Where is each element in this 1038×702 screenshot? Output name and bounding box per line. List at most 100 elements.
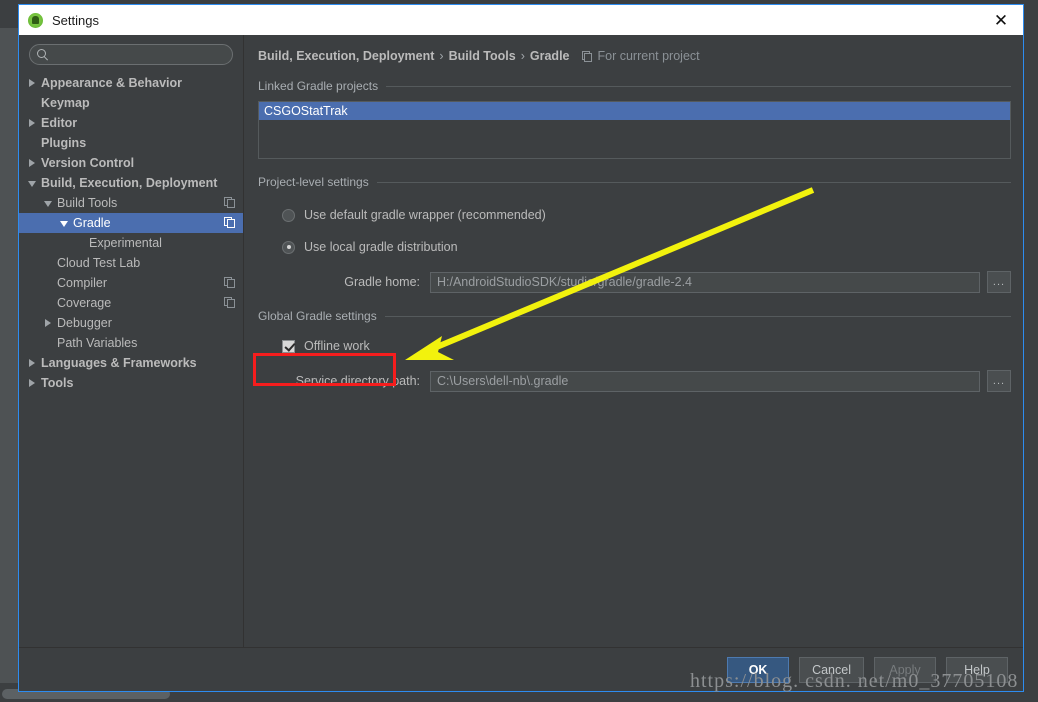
gradle-home-row: Gradle home: H:/AndroidStudioSDK/studio/… — [258, 271, 1011, 293]
section-label: Global Gradle settings — [258, 309, 377, 323]
sidebar-item-label: Editor — [41, 116, 78, 130]
chevron-right-icon[interactable] — [27, 158, 38, 169]
sidebar-item-label: Build, Execution, Deployment — [41, 176, 218, 190]
ide-left-toolwindow-strip — [0, 28, 20, 683]
ide-right-edge — [1030, 0, 1038, 702]
chevron-right-icon[interactable] — [27, 118, 38, 129]
sidebar-item-label: Gradle — [73, 216, 111, 230]
search-container — [19, 35, 243, 71]
service-directory-input[interactable]: C:\Users\dell-nb\.gradle — [430, 370, 980, 392]
settings-dialog: Settings ✕ Appearance & Behavior Keymap Ed… — [18, 4, 1024, 692]
dialog-title: Settings — [52, 12, 99, 28]
service-directory-label: Service directory path: — [295, 374, 420, 388]
sidebar-item-label: Appearance & Behavior — [41, 76, 183, 90]
sidebar-item-compiler[interactable]: Compiler — [19, 273, 243, 293]
section-label: Project-level settings — [258, 175, 369, 189]
dialog-body: Appearance & Behavior Keymap Editor Plugins… — [19, 35, 1023, 647]
sidebar-item-cloud-test-lab[interactable]: Cloud Test Lab — [19, 253, 243, 273]
checkbox-icon[interactable] — [282, 339, 295, 353]
sidebar-item-keymap[interactable]: Keymap — [19, 93, 243, 113]
breadcrumb-item: Build, Execution, Deployment — [258, 49, 435, 63]
search-input[interactable] — [48, 47, 232, 62]
section-linked-gradle-projects: Linked Gradle projects — [258, 79, 1011, 93]
service-directory-browse-button[interactable]: ... — [987, 370, 1011, 392]
settings-tree: Appearance & Behavior Keymap Editor Plugins… — [19, 71, 243, 647]
breadcrumb-item: Gradle — [529, 49, 570, 63]
gradle-home-browse-button[interactable]: ... — [987, 271, 1011, 293]
sidebar-item-editor[interactable]: Editor — [19, 113, 243, 133]
chevron-right-icon[interactable] — [43, 318, 54, 329]
sidebar-item-build-execution-deployment[interactable]: Build, Execution, Deployment — [19, 173, 243, 193]
section-label: Linked Gradle projects — [258, 79, 379, 93]
close-icon[interactable]: ✕ — [979, 5, 1023, 35]
section-divider — [386, 85, 1011, 87]
chevron-down-icon[interactable] — [59, 218, 70, 229]
dialog-titlebar: Settings ✕ — [19, 5, 1023, 35]
sidebar-item-appearance-behavior[interactable]: Appearance & Behavior — [19, 73, 243, 93]
sidebar-item-languages-frameworks[interactable]: Languages & Frameworks — [19, 353, 243, 373]
copy-settings-icon[interactable] — [224, 277, 235, 288]
search-box[interactable] — [29, 44, 233, 65]
service-directory-row: Service directory path: C:\Users\dell-nb… — [258, 370, 1011, 392]
checkbox-label: Offline work — [304, 339, 370, 353]
radio-label: Use default gradle wrapper (recommended) — [304, 208, 546, 222]
chevron-down-icon[interactable] — [27, 178, 38, 189]
sidebar-item-label: Coverage — [57, 296, 112, 310]
sidebar-item-label: Path Variables — [57, 336, 138, 350]
sidebar-item-label: Build Tools — [57, 196, 118, 210]
checkbox-offline-work[interactable]: Offline work — [282, 336, 370, 356]
sidebar-item-label: Tools — [41, 376, 74, 390]
project-scope-icon — [581, 50, 593, 62]
sidebar-item-label: Plugins — [41, 136, 87, 150]
breadcrumb-item: Build Tools — [448, 49, 516, 63]
chevron-right-icon[interactable] — [27, 358, 38, 369]
sidebar-item-label: Experimental — [89, 236, 162, 250]
sidebar-item-build-tools[interactable]: Build Tools — [19, 193, 243, 213]
radio-use-local-gradle-distribution[interactable]: Use local gradle distribution — [282, 237, 1011, 257]
section-project-level-settings: Project-level settings — [258, 175, 1011, 189]
search-icon — [37, 49, 48, 60]
sidebar-item-debugger[interactable]: Debugger — [19, 313, 243, 333]
gradle-home-label: Gradle home: — [344, 275, 420, 289]
sidebar-item-version-control[interactable]: Version Control — [19, 153, 243, 173]
sidebar-item-gradle[interactable]: Gradle — [19, 213, 243, 233]
sidebar-item-label: Keymap — [41, 96, 90, 110]
chevron-right-icon[interactable] — [27, 78, 38, 89]
copy-settings-icon[interactable] — [224, 297, 235, 308]
sidebar-item-label: Compiler — [57, 276, 108, 290]
chevron-down-icon[interactable] — [43, 198, 54, 209]
linked-projects-list[interactable]: CSGOStatTrak — [258, 101, 1011, 159]
sidebar-item-label: Debugger — [57, 316, 112, 330]
radio-icon[interactable] — [282, 208, 295, 222]
android-studio-icon — [28, 12, 43, 28]
sidebar-item-plugins[interactable]: Plugins — [19, 133, 243, 153]
breadcrumb-scope-text: For current project — [597, 49, 700, 63]
sidebar-item-coverage[interactable]: Coverage — [19, 293, 243, 313]
sidebar-item-label: Cloud Test Lab — [57, 256, 141, 270]
radio-icon[interactable] — [282, 240, 295, 254]
sidebar-item-label: Version Control — [41, 156, 135, 170]
copy-settings-icon[interactable] — [224, 197, 235, 208]
radio-use-default-gradle-wrapper[interactable]: Use default gradle wrapper (recommended) — [282, 205, 1011, 225]
gradle-home-input[interactable]: H:/AndroidStudioSDK/studio/gradle/gradle… — [430, 271, 980, 293]
section-divider — [376, 181, 1011, 183]
chevron-right-icon[interactable] — [27, 378, 38, 389]
radio-label: Use local gradle distribution — [304, 240, 458, 254]
settings-content: Build, Execution, Deployment › Build Tools… — [244, 35, 1023, 647]
settings-sidebar: Appearance & Behavior Keymap Editor Plugins… — [19, 35, 244, 647]
sidebar-item-tools[interactable]: Tools — [19, 373, 243, 393]
list-item[interactable]: CSGOStatTrak — [259, 102, 1010, 120]
copy-settings-icon[interactable] — [224, 217, 235, 228]
breadcrumb-separator: › — [439, 49, 444, 63]
sidebar-item-path-variables[interactable]: Path Variables — [19, 333, 243, 353]
sidebar-item-experimental[interactable]: Experimental — [19, 233, 243, 253]
section-divider — [384, 315, 1011, 317]
watermark-text: https://blog. csdn. net/m0_37705108 — [690, 670, 1019, 692]
